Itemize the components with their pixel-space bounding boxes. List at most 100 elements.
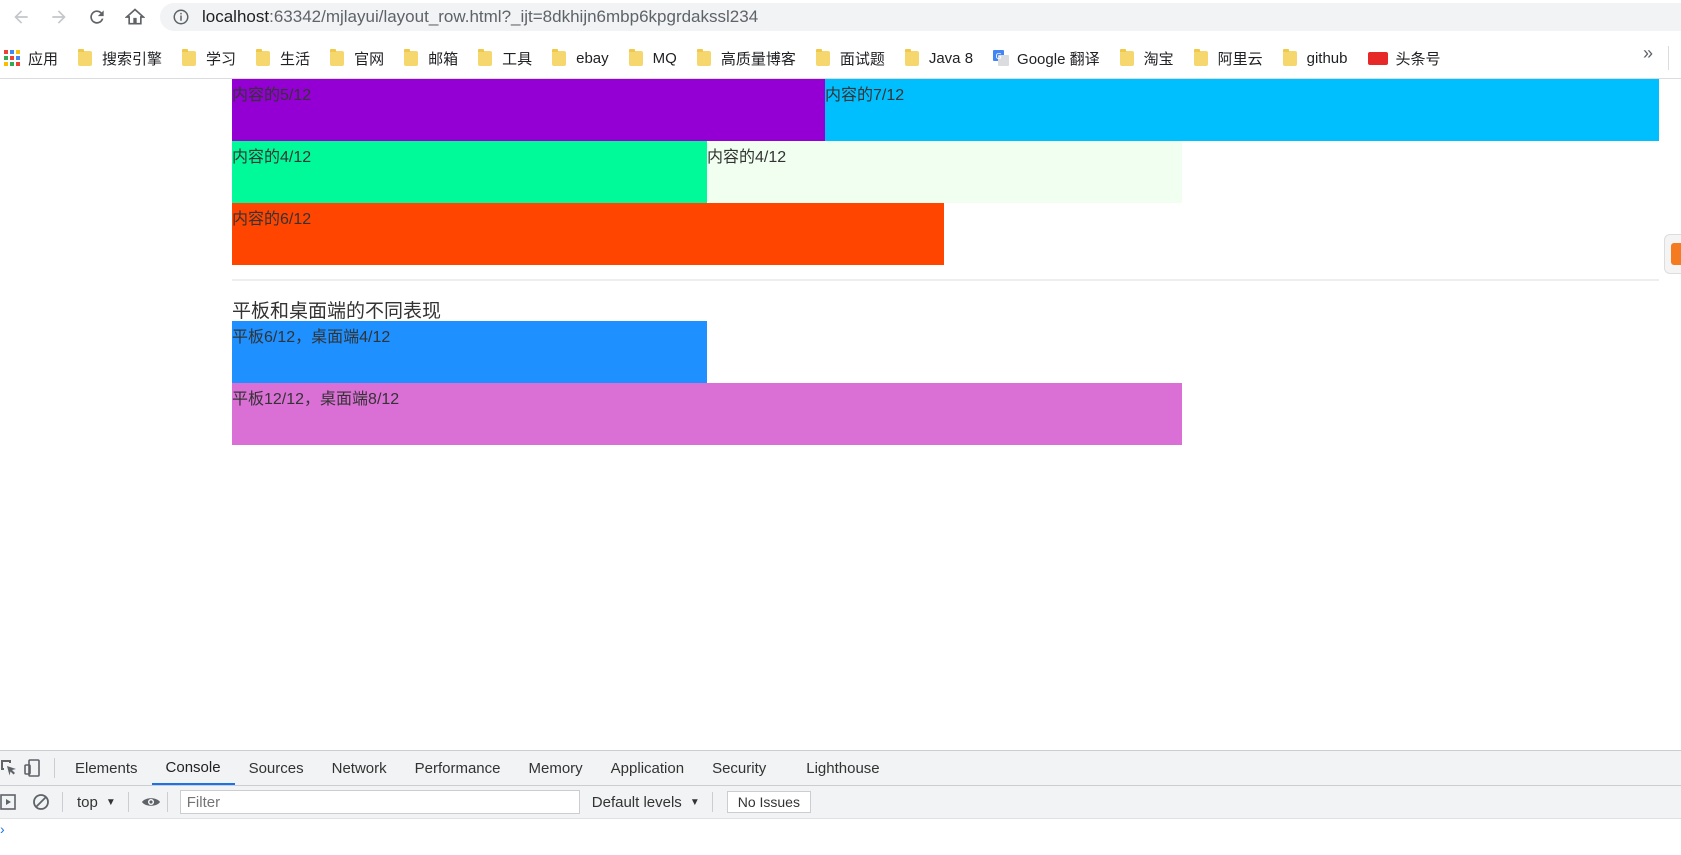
divider — [166, 792, 168, 812]
address-bar[interactable]: localhost:63342/mjlayui/layout_row.html?… — [160, 3, 1681, 31]
folder-icon — [330, 48, 345, 66]
bookmark-folder-study[interactable]: 学习 — [182, 43, 236, 73]
sidebar-toggle-icon[interactable] — [0, 793, 18, 811]
bookmark-toutiao[interactable]: 头条号 — [1367, 43, 1441, 73]
side-extension-widget[interactable] — [1664, 234, 1681, 274]
grid-row: 内容的4/12 内容的4/12 — [232, 141, 1182, 203]
bookmark-google-translate[interactable]: G Google 翻译 — [993, 43, 1100, 73]
bookmark-apps[interactable]: 应用 — [4, 43, 58, 73]
grid-row: 平板12/12，桌面端8/12 — [232, 383, 1182, 445]
bookmark-label: 头条号 — [1395, 50, 1441, 68]
apps-grid-icon — [4, 50, 20, 66]
reload-button[interactable] — [80, 0, 114, 34]
grid-col-6-12: 内容的6/12 — [232, 203, 944, 265]
folder-icon — [628, 48, 643, 66]
folder-icon — [552, 48, 567, 66]
divider — [127, 792, 129, 812]
context-value: top — [77, 793, 98, 811]
tab-lighthouse[interactable]: Lighthouse — [792, 751, 893, 785]
bookmark-folder-github[interactable]: github — [1282, 43, 1348, 73]
folder-icon — [404, 48, 419, 66]
arrow-left-icon — [14, 10, 28, 24]
tab-elements[interactable]: Elements — [61, 751, 152, 785]
page-viewport: 内容的5/12 内容的7/12 内容的4/12 内容的4/12 内容的6/12 … — [0, 79, 1681, 749]
back-button[interactable] — [4, 0, 38, 34]
bookmarks-overflow-button[interactable]: » — [1643, 43, 1653, 64]
bookmark-label: Google 翻译 — [1017, 50, 1100, 68]
bookmark-folder-taobao[interactable]: 淘宝 — [1119, 43, 1174, 73]
grid-col-responsive: 平板6/12，桌面端4/12 — [232, 321, 707, 383]
divider — [711, 792, 713, 812]
bookmark-label: 高质量博客 — [720, 50, 796, 68]
folder-icon — [1193, 48, 1208, 66]
tab-console[interactable]: Console — [151, 751, 235, 785]
bookmark-folder-java8[interactable]: Java 8 — [904, 43, 974, 73]
bookmark-label: MQ — [652, 49, 677, 67]
section-title: 平板和桌面端的不同表现 — [232, 301, 442, 322]
device-toggle-icon[interactable] — [24, 759, 42, 777]
folder-icon — [1282, 48, 1297, 66]
bookmark-label: Java 8 — [928, 49, 974, 67]
bookmark-label: 面试题 — [839, 50, 885, 68]
home-icon — [125, 8, 145, 25]
bookmark-label: 淘宝 — [1143, 50, 1174, 68]
url-path: :63342/mjlayui/layout_row.html?_ijt=8dkh… — [269, 7, 759, 26]
bookmark-label: 邮箱 — [428, 50, 459, 68]
section-divider — [232, 279, 1659, 281]
browser-toolbar: localhost:63342/mjlayui/layout_row.html?… — [0, 0, 1681, 34]
bookmark-folder-blogs[interactable]: 高质量博客 — [696, 43, 796, 73]
arrow-right-icon — [52, 10, 66, 24]
home-button[interactable] — [118, 0, 152, 34]
bookmark-label: github — [1306, 49, 1348, 67]
grid-col-4-12: 内容的4/12 — [707, 141, 1182, 203]
divider — [1668, 46, 1669, 70]
bookmark-folder-official[interactable]: 官网 — [330, 43, 384, 73]
tab-network[interactable]: Network — [318, 751, 401, 785]
tab-security[interactable]: Security — [698, 751, 780, 785]
divider — [54, 758, 55, 778]
devtools-panel: Elements Console Sources Network Perform… — [0, 750, 1681, 855]
caret-down-icon: ▼ — [689, 796, 700, 808]
bookmark-folder-tools[interactable]: 工具 — [478, 43, 532, 73]
console-toolbar: top ▼ Default levels ▼ No Issues — [0, 786, 1681, 819]
bookmark-folder-aliyun[interactable]: 阿里云 — [1193, 43, 1263, 73]
inspect-element-icon[interactable] — [0, 759, 18, 777]
folder-icon — [815, 48, 830, 66]
folder-icon — [182, 48, 197, 66]
svg-text:G: G — [996, 52, 1002, 61]
bookmark-folder-search[interactable]: 搜索引擎 — [78, 43, 162, 73]
bookmark-folder-life[interactable]: 生活 — [256, 43, 310, 73]
tab-application[interactable]: Application — [597, 751, 698, 785]
folder-icon — [478, 48, 493, 66]
bookmarks-bar: 应用 搜索引擎 学习 生活 官网 邮箱 工具 ebay MQ 高质量博客 面试题… — [0, 38, 1681, 79]
bookmark-folder-interview[interactable]: 面试题 — [815, 43, 885, 73]
folder-icon — [904, 48, 919, 66]
url-text: localhost:63342/mjlayui/layout_row.html?… — [202, 7, 758, 27]
bookmark-label: 学习 — [206, 50, 237, 68]
bookmark-folder-ebay[interactable]: ebay — [552, 43, 609, 73]
log-levels-dropdown[interactable]: Default levels ▼ — [592, 794, 700, 811]
grid-row: 内容的6/12 — [232, 203, 944, 265]
bookmark-folder-mq[interactable]: MQ — [628, 43, 677, 73]
url-host: localhost — [202, 7, 270, 26]
bookmark-label: 搜索引擎 — [102, 50, 163, 68]
grid-row: 内容的5/12 内容的7/12 — [232, 79, 1659, 141]
issues-button[interactable]: No Issues — [726, 791, 811, 813]
bookmark-folder-mail[interactable]: 邮箱 — [404, 43, 458, 73]
bookmark-label: 官网 — [354, 50, 385, 68]
tab-memory[interactable]: Memory — [515, 751, 597, 785]
eye-icon[interactable] — [141, 793, 161, 811]
console-filter-input[interactable] — [179, 790, 580, 814]
tab-sources[interactable]: Sources — [235, 751, 318, 785]
clear-console-icon[interactable] — [32, 793, 50, 811]
reload-icon — [90, 10, 104, 24]
google-translate-icon: G — [993, 50, 1010, 66]
devtools-tab-bar: Elements Console Sources Network Perform… — [0, 751, 1681, 786]
forward-button[interactable] — [42, 0, 76, 34]
console-prompt[interactable]: › — [0, 821, 5, 837]
tab-performance[interactable]: Performance — [401, 751, 515, 785]
folder-icon — [78, 48, 93, 66]
info-icon[interactable] — [172, 8, 190, 26]
context-selector[interactable]: top ▼ — [77, 794, 116, 811]
folder-icon — [696, 48, 711, 66]
